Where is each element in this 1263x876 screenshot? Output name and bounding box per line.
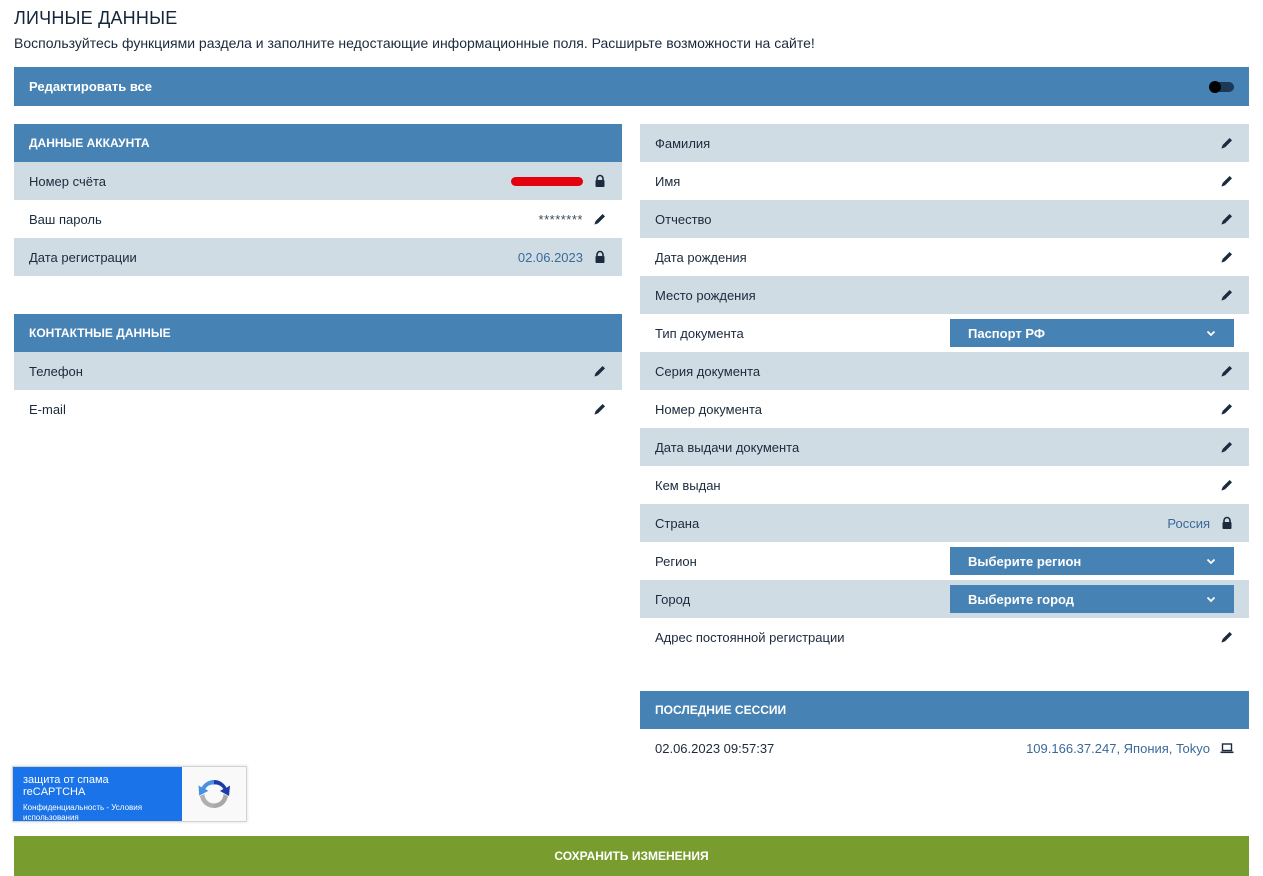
session-location: 109.166.37.247, Япония, Tokyo	[1026, 740, 1210, 756]
email-row: E-mail	[14, 390, 622, 428]
email-label: E-mail	[29, 401, 66, 417]
birth-place-row: Место рождения	[640, 276, 1249, 314]
name-row: Имя	[640, 162, 1249, 200]
account-header: ДАННЫЕ АККАУНТА	[14, 124, 622, 162]
address-row: Адрес постоянной регистрации	[640, 618, 1249, 656]
chevron-down-icon	[1206, 326, 1216, 341]
edit-pencil-icon[interactable]	[1220, 136, 1234, 150]
edit-pencil-icon[interactable]	[1220, 288, 1234, 302]
laptop-icon	[1220, 741, 1234, 755]
page-title: ЛИЧНЫЕ ДАННЫЕ	[14, 8, 178, 28]
birth-place-label: Место рождения	[655, 287, 756, 303]
contacts-section: КОНТАКТНЫЕ ДАННЫЕ Телефон E-mail	[14, 314, 622, 428]
sessions-header: ПОСЛЕДНИЕ СЕССИИ	[640, 691, 1249, 729]
region-label: Регион	[655, 553, 697, 569]
city-select[interactable]: Выберите город	[950, 585, 1234, 613]
patronymic-label: Отчество	[655, 211, 712, 227]
doc-type-value: Паспорт РФ	[968, 325, 1045, 341]
password-label: Ваш пароль	[29, 211, 102, 227]
address-label: Адрес постоянной регистрации	[655, 629, 845, 645]
registration-date-value: 02.06.2023	[517, 249, 583, 265]
doc-issued-by-row: Кем выдан	[640, 466, 1249, 504]
password-row: Ваш пароль ********	[14, 200, 622, 238]
chevron-down-icon	[1206, 554, 1216, 569]
recaptcha-logo-icon	[182, 767, 246, 821]
edit-all-bar: Редактировать все	[14, 67, 1249, 106]
city-placeholder: Выберите город	[968, 591, 1075, 607]
recaptcha-badge[interactable]: защита от спама reCAPTCHA Конфиденциальн…	[12, 766, 247, 822]
account-section: ДАННЫЕ АККАУНТА Номер счёта Ваш пароль *…	[14, 124, 622, 276]
password-value: ********	[538, 211, 583, 227]
lock-icon	[593, 250, 607, 264]
phone-row: Телефон	[14, 352, 622, 390]
sessions-section: ПОСЛЕДНИЕ СЕССИИ 02.06.2023 09:57:37 109…	[640, 691, 1249, 767]
edit-pencil-icon[interactable]	[1220, 364, 1234, 378]
chevron-down-icon	[1206, 592, 1216, 607]
edit-pencil-icon[interactable]	[593, 402, 607, 416]
doc-type-label: Тип документа	[655, 325, 744, 341]
edit-pencil-icon[interactable]	[1220, 174, 1234, 188]
doc-number-row: Номер документа	[640, 390, 1249, 428]
personal-section: Фамилия Имя Отчество Дата рождения Место…	[640, 124, 1249, 656]
contacts-header: КОНТАКТНЫЕ ДАННЫЕ	[14, 314, 622, 352]
registration-date-label: Дата регистрации	[29, 249, 137, 265]
edit-pencil-icon[interactable]	[1220, 478, 1234, 492]
recaptcha-links[interactable]: Конфиденциальность - Условия использован…	[23, 803, 172, 823]
edit-all-label: Редактировать все	[29, 79, 152, 94]
surname-label: Фамилия	[655, 135, 711, 151]
country-label: Страна	[655, 515, 700, 531]
doc-series-label: Серия документа	[655, 363, 761, 379]
registration-date-row: Дата регистрации 02.06.2023	[14, 238, 622, 276]
doc-issued-by-label: Кем выдан	[655, 477, 721, 493]
account-number-row: Номер счёта	[14, 162, 622, 200]
session-datetime: 02.06.2023 09:57:37	[655, 740, 775, 756]
lock-icon	[593, 174, 607, 188]
doc-series-row: Серия документа	[640, 352, 1249, 390]
page-subtitle: Воспользуйтесь функциями раздела и запол…	[14, 35, 815, 51]
region-select[interactable]: Выберите регион	[950, 547, 1234, 575]
edit-pencil-icon[interactable]	[1220, 440, 1234, 454]
edit-pencil-icon[interactable]	[1220, 402, 1234, 416]
lock-icon	[1220, 516, 1234, 530]
region-row: Регион Выберите регион	[640, 542, 1249, 580]
surname-row: Фамилия	[640, 124, 1249, 162]
edit-pencil-icon[interactable]	[1220, 630, 1234, 644]
recaptcha-title: защита от спама reCAPTCHA	[23, 774, 109, 798]
edit-pencil-icon[interactable]	[593, 212, 607, 226]
phone-label: Телефон	[29, 363, 83, 379]
doc-type-select[interactable]: Паспорт РФ	[950, 319, 1234, 347]
doc-type-row: Тип документа Паспорт РФ	[640, 314, 1249, 352]
name-label: Имя	[655, 173, 681, 189]
country-value: Россия	[1167, 515, 1210, 531]
account-number-label: Номер счёта	[29, 173, 107, 189]
session-row: 02.06.2023 09:57:37 109.166.37.247, Япон…	[640, 729, 1249, 767]
patronymic-row: Отчество	[640, 200, 1249, 238]
region-placeholder: Выберите регион	[968, 553, 1082, 569]
country-row: Страна Россия	[640, 504, 1249, 542]
doc-issue-date-row: Дата выдачи документа	[640, 428, 1249, 466]
doc-issue-date-label: Дата выдачи документа	[655, 439, 800, 455]
edit-all-toggle[interactable]	[1209, 80, 1234, 93]
save-changes-button[interactable]: СОХРАНИТЬ ИЗМЕНЕНИЯ	[14, 836, 1249, 876]
edit-pencil-icon[interactable]	[593, 364, 607, 378]
edit-pencil-icon[interactable]	[1220, 250, 1234, 264]
recaptcha-text-panel: защита от спама reCAPTCHA Конфиденциальн…	[13, 767, 182, 823]
edit-pencil-icon[interactable]	[1220, 212, 1234, 226]
city-label: Город	[655, 591, 691, 607]
birth-date-label: Дата рождения	[655, 249, 747, 265]
birth-date-row: Дата рождения	[640, 238, 1249, 276]
city-row: Город Выберите город	[640, 580, 1249, 618]
redaction-mark	[511, 176, 583, 186]
doc-number-label: Номер документа	[655, 401, 763, 417]
